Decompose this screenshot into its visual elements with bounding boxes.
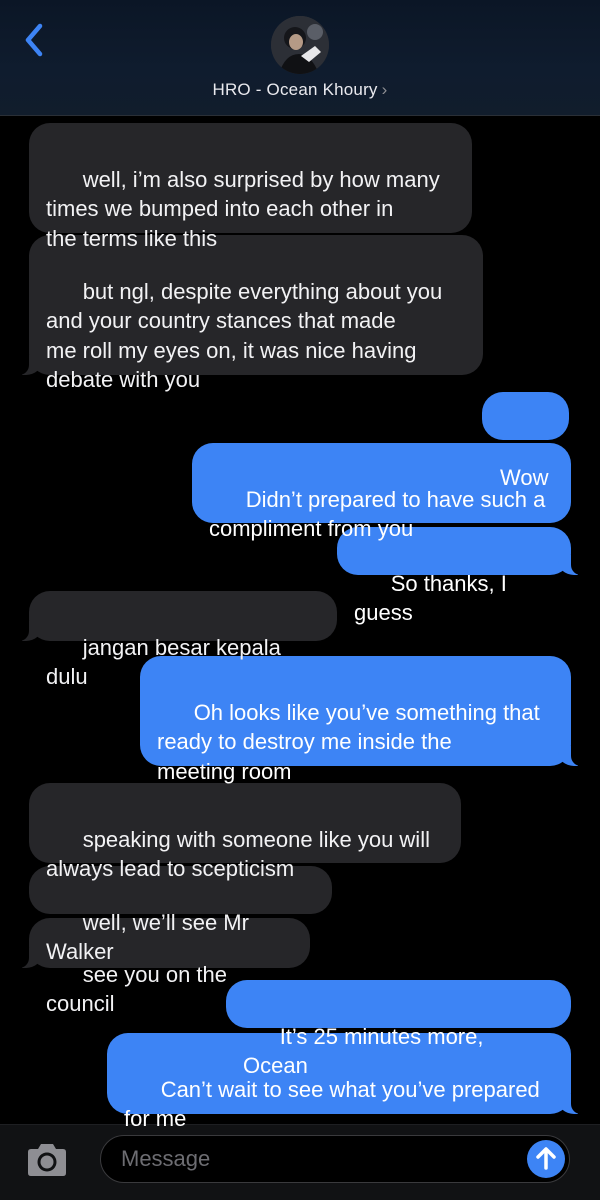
incoming-message-bubble[interactable]: jangan besar kepala dulu bbox=[19, 591, 337, 689]
incoming-message-bubble[interactable]: speaking with someone like you will alwa… bbox=[29, 783, 461, 881]
message-text: Oh looks like you’ve something that read… bbox=[157, 699, 540, 784]
message-text: Can’t wait to see what you’ve prepared f… bbox=[124, 1076, 540, 1132]
chevron-left-icon bbox=[25, 23, 43, 57]
message-text: speaking with someone like you will alwa… bbox=[46, 826, 430, 882]
contact-name-button[interactable]: HRO - Ocean Khoury › bbox=[0, 80, 600, 100]
contact-avatar[interactable] bbox=[271, 16, 329, 74]
message-text: see you on the council bbox=[46, 961, 234, 1017]
camera-button[interactable] bbox=[24, 1142, 70, 1178]
outgoing-message-bubble[interactable]: It’s 25 minutes more, Ocean bbox=[226, 980, 571, 1078]
incoming-message-bubble[interactable]: but ngl, despite everything about you an… bbox=[19, 235, 483, 392]
conversation-header: HRO - Ocean Khoury › bbox=[0, 0, 600, 116]
camera-icon bbox=[28, 1144, 66, 1176]
send-button[interactable] bbox=[527, 1140, 565, 1178]
messages-screen: HRO - Ocean Khoury › well, i’m also surpr… bbox=[0, 0, 600, 1200]
incoming-message-bubble[interactable]: well, i’m also surprised by how many tim… bbox=[29, 123, 472, 251]
message-input[interactable] bbox=[100, 1135, 570, 1183]
outgoing-message-bubble[interactable]: Wow bbox=[482, 392, 569, 490]
outgoing-message-bubble[interactable]: Oh looks like you’ve something that read… bbox=[140, 656, 581, 784]
chevron-right-icon: › bbox=[381, 80, 388, 99]
arrow-up-icon bbox=[536, 1147, 556, 1170]
contact-name: HRO - Ocean Khoury bbox=[212, 80, 378, 99]
message-text: So thanks, I guess bbox=[354, 570, 513, 626]
message-thread[interactable]: well, i’m also surprised by how many tim… bbox=[0, 116, 600, 1131]
message-composer bbox=[0, 1124, 600, 1200]
message-text: but ngl, despite everything about you an… bbox=[46, 278, 443, 393]
avatar-photo bbox=[271, 16, 329, 74]
back-button[interactable] bbox=[18, 20, 52, 60]
